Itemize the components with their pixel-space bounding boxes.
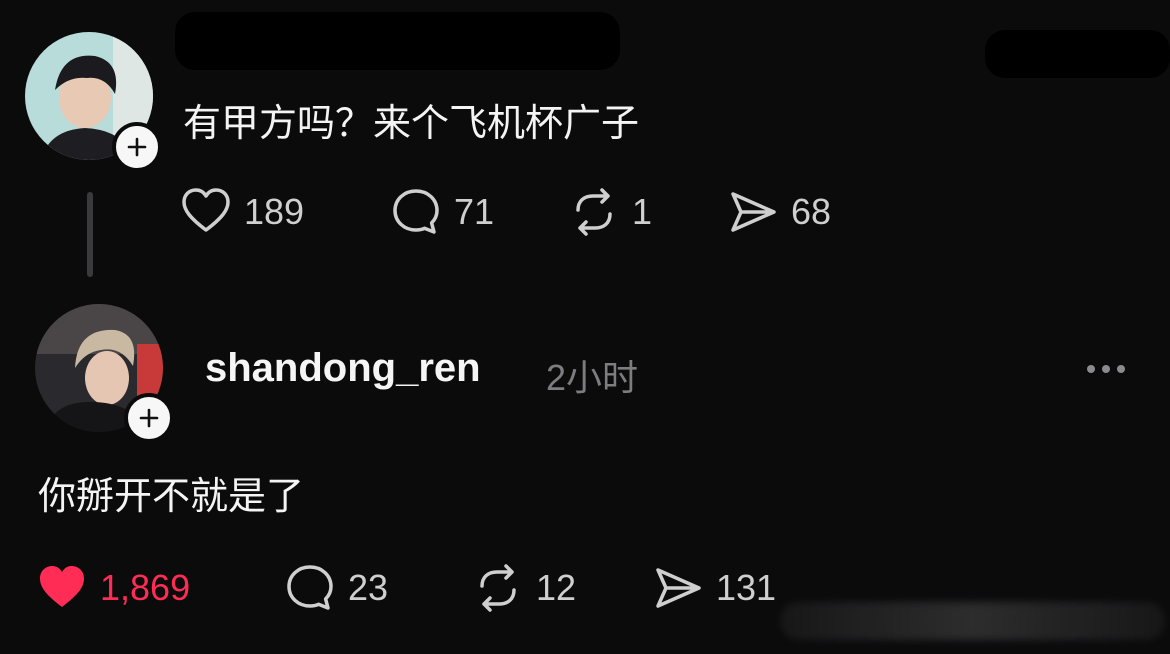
- follow-button[interactable]: [112, 122, 162, 172]
- repost-button[interactable]: 1: [568, 186, 652, 238]
- like-button[interactable]: 1,869: [36, 562, 190, 614]
- share-button[interactable]: 131: [652, 562, 776, 614]
- like-count: 1,869: [100, 567, 191, 608]
- share-count: 131: [716, 567, 777, 608]
- comment-button[interactable]: 23: [284, 562, 388, 614]
- comment-icon: [393, 189, 439, 234]
- post-text: 有甲方吗？来个飞机杯广子: [183, 103, 640, 145]
- repost-count: 1: [632, 191, 653, 232]
- share-icon: [656, 568, 701, 608]
- repost-icon: [480, 564, 516, 612]
- follow-button[interactable]: [124, 393, 174, 443]
- heart-icon: [40, 566, 84, 607]
- share-button[interactable]: 68: [727, 186, 831, 238]
- comment-icon: [287, 565, 333, 610]
- plus-icon: [127, 137, 147, 157]
- post-time: 2小时: [546, 357, 639, 398]
- thread-line: [87, 192, 93, 277]
- watermark: [780, 602, 1165, 640]
- more-icon[interactable]: [1087, 365, 1125, 373]
- post-text: 你掰开不就是了: [38, 476, 305, 518]
- redacted-header-right: [985, 30, 1170, 78]
- heart-icon: [182, 188, 230, 232]
- comment-button[interactable]: 71: [390, 186, 494, 238]
- repost-count: 12: [536, 567, 577, 608]
- repost-button[interactable]: 12: [472, 562, 576, 614]
- plus-icon: [139, 408, 159, 428]
- comment-count: 23: [348, 567, 389, 608]
- like-count: 189: [244, 191, 305, 232]
- comment-count: 71: [454, 191, 495, 232]
- like-button[interactable]: 189: [180, 186, 304, 238]
- share-count: 68: [791, 191, 832, 232]
- redacted-username: [175, 12, 620, 70]
- username[interactable]: shandong_ren: [205, 346, 481, 391]
- repost-icon: [576, 188, 612, 236]
- share-icon: [731, 192, 776, 232]
